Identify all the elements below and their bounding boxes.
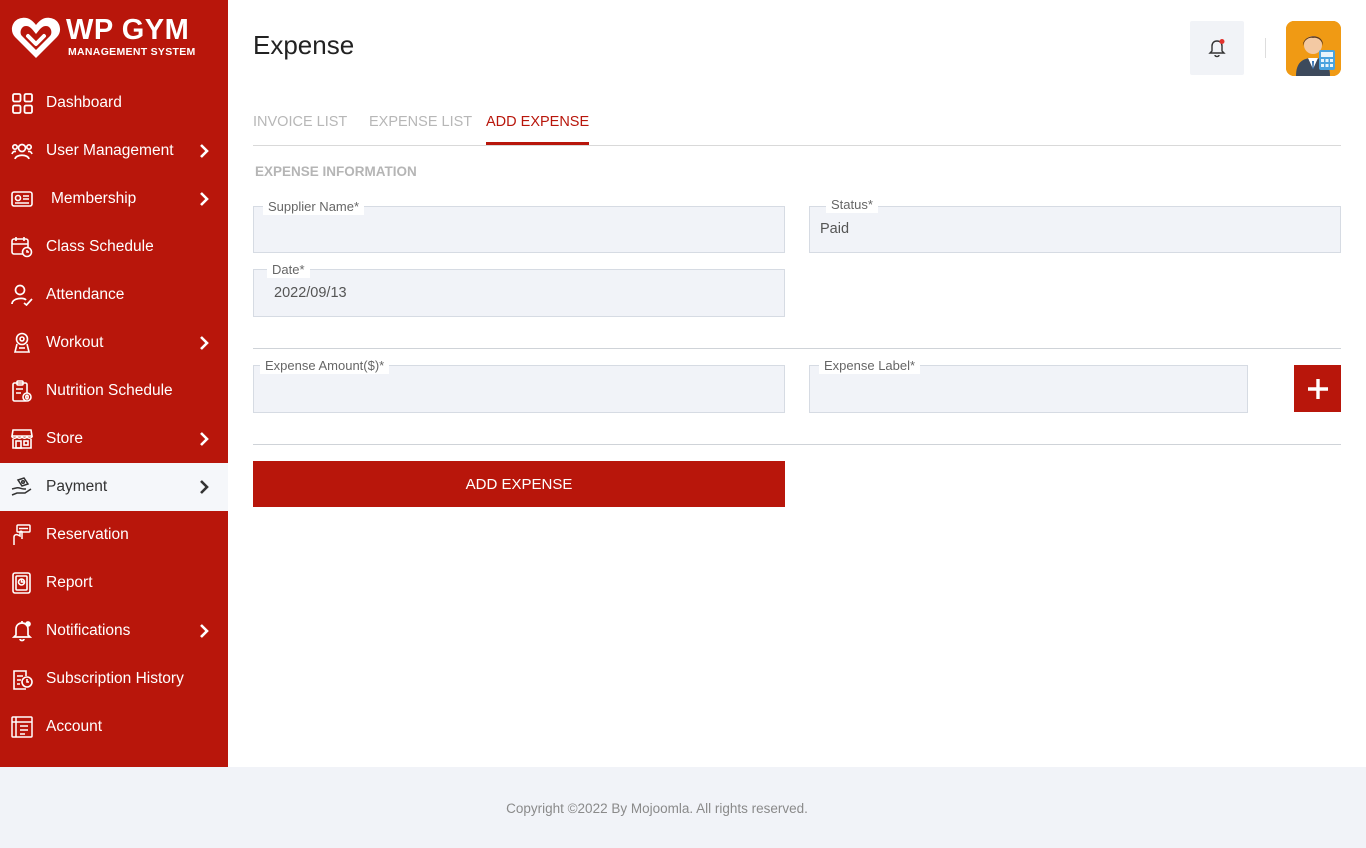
chevron-right-icon (200, 144, 209, 158)
avatar[interactable] (1286, 21, 1341, 76)
sidebar-nav: Dashboard User Management Membership Cla… (0, 79, 228, 751)
sidebar-item-payment[interactable]: Payment (0, 463, 228, 511)
sidebar-item-class-schedule[interactable]: Class Schedule (0, 223, 228, 271)
sidebar-item-label: Account (46, 718, 103, 735)
sidebar-item-label: Report (46, 574, 93, 591)
users-icon (11, 140, 33, 162)
sidebar-item-dashboard[interactable]: Dashboard (0, 79, 228, 127)
footer: Copyright ©2022 By Mojoomla. All rights … (0, 767, 1366, 848)
chevron-right-icon (200, 432, 209, 446)
tab-invoice-list[interactable]: INVOICE LIST (253, 114, 347, 145)
expense-amount-field[interactable]: Expense Amount($)* (253, 358, 785, 413)
status-label: Status* (826, 197, 878, 213)
sidebar: WP GYM MANAGEMENT SYSTEM Dashboard User … (0, 0, 228, 767)
brand-subtitle: MANAGEMENT SYSTEM (68, 46, 196, 59)
footer-copyright: Copyright ©2022 By Mojoomla. All rights … (506, 801, 808, 816)
report-icon (11, 572, 33, 594)
expense-label-field[interactable]: Expense Label* (809, 358, 1248, 413)
sidebar-item-subscription-history[interactable]: Subscription History (0, 655, 228, 703)
sidebar-item-label: Nutrition Schedule (46, 382, 173, 399)
user-check-icon (11, 284, 33, 306)
user-accountant-avatar-icon (1286, 21, 1341, 76)
sidebar-item-label: Membership (51, 190, 137, 207)
chevron-right-icon (200, 192, 209, 206)
bell-icon (11, 620, 33, 642)
payment-icon (11, 476, 33, 498)
sidebar-item-label: Class Schedule (46, 238, 154, 255)
header-divider (1265, 38, 1266, 58)
divider (253, 444, 1341, 445)
section-title: EXPENSE INFORMATION (255, 164, 417, 179)
sidebar-item-workout[interactable]: Workout (0, 319, 228, 367)
heart-logo-icon (10, 14, 62, 60)
sidebar-item-attendance[interactable]: Attendance (0, 271, 228, 319)
supplier-name-label: Supplier Name* (263, 199, 365, 215)
tab-bar: INVOICE LIST EXPENSE LIST ADD EXPENSE (253, 110, 1341, 146)
membership-card-icon (11, 188, 33, 210)
chevron-right-icon (200, 624, 209, 638)
sidebar-item-label: Subscription History (46, 670, 184, 687)
sidebar-item-label: Payment (46, 478, 108, 495)
sidebar-item-report[interactable]: Report (0, 559, 228, 607)
chevron-right-icon (200, 336, 209, 350)
sidebar-item-label: Workout (46, 334, 104, 351)
brand-logo[interactable]: WP GYM MANAGEMENT SYSTEM (10, 12, 220, 62)
workout-icon (11, 332, 33, 354)
date-value: 2022/09/13 (274, 285, 347, 301)
sidebar-item-nutrition-schedule[interactable]: Nutrition Schedule (0, 367, 228, 415)
sidebar-item-label: Notifications (46, 622, 131, 639)
sidebar-item-label: Attendance (46, 286, 125, 303)
supplier-name-field[interactable]: Supplier Name* (253, 199, 785, 253)
dashboard-icon (11, 92, 33, 114)
notification-button[interactable] (1190, 21, 1244, 75)
brand-title: WP GYM (66, 14, 190, 47)
date-label: Date* (267, 262, 310, 278)
page-title: Expense (253, 30, 355, 60)
account-icon (11, 716, 33, 738)
sidebar-item-label: User Management (46, 142, 174, 159)
divider (253, 348, 1341, 349)
store-icon (11, 428, 33, 450)
sidebar-item-reservation[interactable]: Reservation (0, 511, 228, 559)
add-row-button[interactable] (1294, 365, 1341, 412)
tab-expense-list[interactable]: EXPENSE LIST (369, 114, 472, 145)
status-select[interactable]: Status* Paid (809, 197, 1341, 253)
plus-icon (1307, 378, 1328, 399)
bell-icon (1208, 39, 1226, 58)
sidebar-item-label: Dashboard (46, 94, 122, 111)
reservation-icon (11, 524, 33, 546)
sidebar-item-notifications[interactable]: Notifications (0, 607, 228, 655)
calendar-icon (11, 236, 33, 258)
chevron-right-icon (200, 480, 209, 494)
sidebar-item-user-management[interactable]: User Management (0, 127, 228, 175)
sidebar-item-membership[interactable]: Membership (0, 175, 228, 223)
sidebar-item-label: Reservation (46, 526, 129, 543)
date-field[interactable]: Date* 2022/09/13 (253, 262, 785, 317)
status-value: Paid (820, 221, 850, 237)
add-expense-button[interactable]: ADD EXPENSE (253, 461, 785, 507)
subscription-icon (11, 668, 33, 690)
sidebar-item-account[interactable]: Account (0, 703, 228, 751)
nutrition-icon (11, 380, 33, 402)
expense-label-label: Expense Label* (819, 358, 921, 374)
sidebar-item-store[interactable]: Store (0, 415, 228, 463)
tab-add-expense[interactable]: ADD EXPENSE (486, 114, 590, 145)
sidebar-item-label: Store (46, 430, 84, 447)
expense-amount-label: Expense Amount($)* (260, 358, 390, 374)
